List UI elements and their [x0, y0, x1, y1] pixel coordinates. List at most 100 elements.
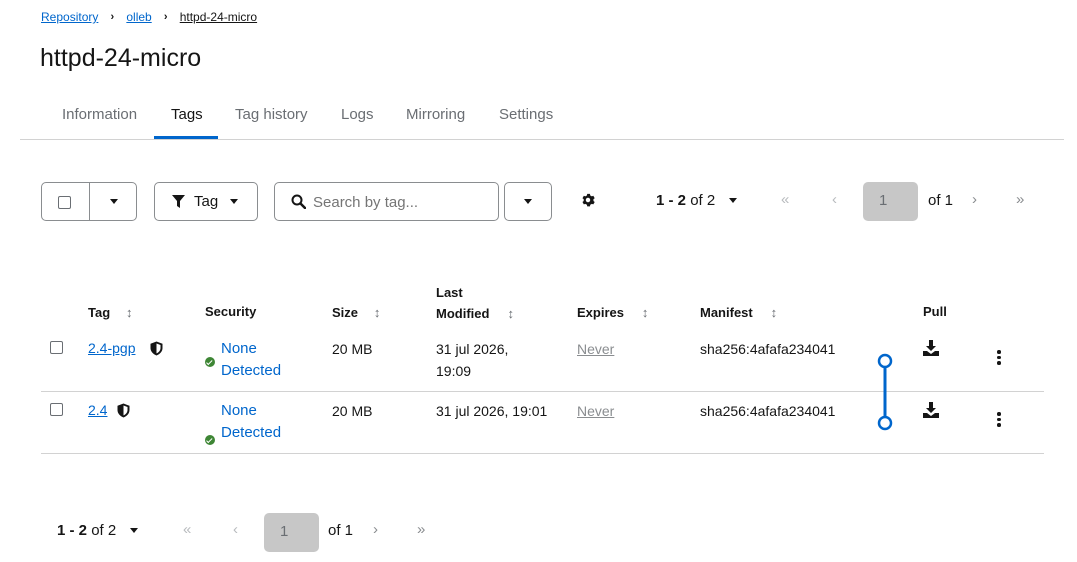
divider [89, 183, 90, 220]
breadcrumb-namespace-link[interactable]: olleb [126, 10, 151, 24]
tab-logs[interactable]: Logs [341, 106, 374, 123]
column-header-tag-label: Tag [88, 305, 111, 320]
breadcrumb-current: httpd-24-micro [179, 10, 258, 24]
shared-manifest-connector-icon [877, 353, 893, 431]
row-select-checkbox[interactable] [50, 341, 63, 354]
security-status-line1: None [221, 340, 257, 357]
first-page-icon[interactable]: « [781, 191, 789, 208]
tag-link[interactable]: 2.4 [88, 402, 107, 418]
gear-icon[interactable] [581, 193, 595, 207]
chevron-right-icon: › [163, 11, 168, 23]
check-circle-icon [205, 357, 215, 367]
manifest-digest: sha256:4afafa234041 [700, 341, 836, 357]
column-header-security: Security [205, 304, 257, 319]
search-box [274, 182, 499, 221]
last-modified-line2: 19:09 [436, 363, 472, 379]
column-header-size[interactable]: Size ↕ [332, 304, 380, 320]
previous-page-icon[interactable]: ‹ [233, 521, 238, 538]
last-modified-value: 31 jul 2026, 19:09 [436, 338, 508, 382]
tag-link[interactable]: 2.4-pgp [88, 340, 135, 356]
chevron-right-icon: › [110, 11, 115, 23]
search-options-dropdown[interactable] [504, 182, 552, 221]
last-page-icon[interactable]: » [1016, 191, 1024, 208]
signed-shield-icon [117, 403, 130, 418]
sort-icon: ↕ [641, 305, 649, 320]
expires-link[interactable]: Never [577, 403, 614, 419]
caret-down-icon [130, 528, 139, 533]
last-page-icon[interactable]: » [417, 521, 425, 538]
page-number-value: 1 [879, 192, 888, 209]
last-modified-line1: 31 jul 2026, 19:01 [436, 403, 548, 419]
sort-icon: ↕ [126, 305, 133, 320]
bulk-select [41, 182, 137, 221]
tab-bar: Information Tags Tag history Logs Mirror… [20, 98, 1064, 140]
manifest-digest: sha256:4afafa234041 [700, 403, 836, 419]
footer-pagination-total: of 2 [91, 522, 117, 539]
caret-down-icon [729, 198, 738, 203]
column-header-last-modified[interactable]: Last Modified ↕ [436, 285, 514, 321]
security-status-line2: Detected [221, 424, 282, 441]
row-divider [41, 453, 1044, 454]
filter-type-label: Tag [194, 193, 219, 210]
filter-type-dropdown[interactable]: Tag [154, 182, 258, 221]
sort-icon: ↕ [373, 305, 381, 320]
signed-shield-icon [150, 341, 163, 356]
footer-pagination-range: 1 - 2 [57, 522, 88, 539]
breadcrumb: Repository › olleb › httpd-24-micro [41, 10, 257, 24]
sort-icon: ↕ [770, 305, 778, 320]
page-count: of 1 [928, 192, 954, 209]
caret-down-icon [524, 199, 532, 204]
tab-mirroring[interactable]: Mirroring [406, 106, 465, 123]
row-actions-kebab-icon[interactable] [997, 412, 1001, 427]
sort-icon: ↕ [507, 306, 514, 321]
breadcrumb-repository-link[interactable]: Repository [41, 10, 98, 24]
footer-page-number-input[interactable]: 1 [264, 513, 319, 552]
column-header-manifest[interactable]: Manifest ↕ [700, 304, 777, 320]
size-value: 20 MB [332, 341, 373, 357]
row-select-checkbox[interactable] [50, 403, 63, 416]
last-modified-line1: 31 jul 2026, [436, 341, 509, 357]
pagination-total: of 2 [690, 192, 716, 209]
column-header-manifest-label: Manifest [700, 305, 753, 320]
size-value: 20 MB [332, 403, 373, 419]
column-header-last-modified-line1: Last [436, 285, 463, 300]
caret-down-icon [230, 199, 238, 204]
first-page-icon[interactable]: « [183, 521, 191, 538]
last-modified-value: 31 jul 2026, 19:01 [436, 400, 547, 422]
tab-information[interactable]: Information [62, 106, 137, 123]
pagination-toggle-top[interactable]: 1 - 2 of 2 [656, 192, 738, 209]
caret-down-icon[interactable] [110, 199, 118, 204]
column-header-expires[interactable]: Expires ↕ [577, 304, 648, 320]
search-icon [291, 194, 306, 209]
security-status-link[interactable]: None Detected [221, 400, 281, 444]
filter-icon [172, 195, 185, 208]
expires-link[interactable]: Never [577, 341, 614, 357]
column-header-size-label: Size [332, 305, 359, 320]
next-page-icon[interactable]: › [972, 191, 977, 208]
column-header-tag[interactable]: Tag ↕ [88, 304, 133, 320]
search-input[interactable] [313, 191, 493, 213]
check-circle-icon [205, 435, 215, 445]
tab-tag-history[interactable]: Tag history [235, 106, 308, 123]
security-status-link[interactable]: None Detected [221, 338, 281, 382]
footer-page-count: of 1 [328, 522, 354, 539]
column-header-last-modified-line2: Modified [436, 306, 490, 321]
row-actions-kebab-icon[interactable] [997, 350, 1001, 365]
previous-page-icon[interactable]: ‹ [832, 191, 837, 208]
footer-page-number-value: 1 [280, 523, 289, 540]
download-icon[interactable] [923, 340, 939, 356]
tab-tags[interactable]: Tags [171, 106, 203, 123]
pagination-toggle-bottom[interactable]: 1 - 2 of 2 [57, 522, 139, 539]
security-status-line1: None [221, 402, 257, 419]
bulk-select-checkbox[interactable] [58, 196, 71, 209]
tab-settings[interactable]: Settings [499, 106, 553, 123]
next-page-icon[interactable]: › [373, 521, 378, 538]
page-title: httpd-24-micro [40, 44, 202, 72]
security-status-line2: Detected [221, 362, 282, 379]
download-icon[interactable] [923, 402, 939, 418]
page-number-input[interactable]: 1 [863, 182, 918, 221]
active-tab-indicator [154, 136, 218, 139]
column-header-expires-label: Expires [577, 305, 624, 320]
pagination-range: 1 - 2 [656, 192, 687, 209]
column-header-pull: Pull [923, 304, 947, 319]
